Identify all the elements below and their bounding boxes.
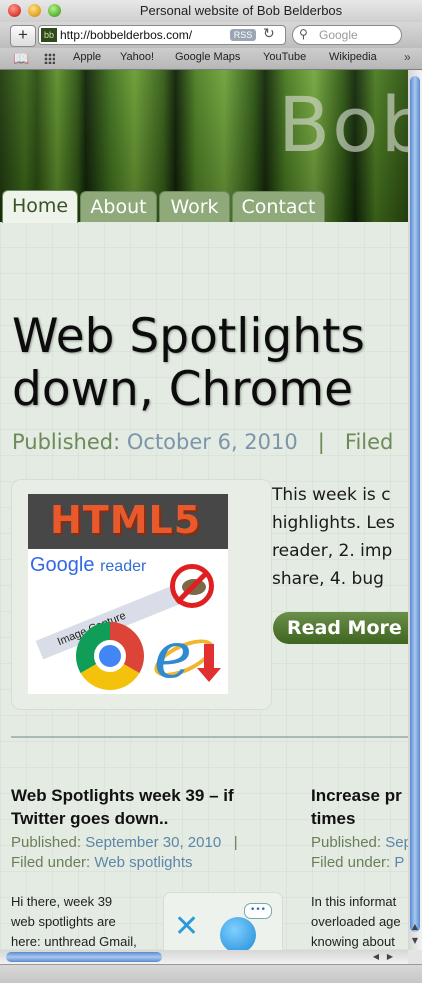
down-arrow-icon (197, 644, 221, 682)
bookmarks-bar: 📖 Apple Yahoo! Google Maps YouTube Wikip… (0, 48, 422, 70)
window-titlebar: Personal website of Bob Belderbos (0, 0, 422, 23)
scroll-right-arrow-icon[interactable]: ▶ (384, 950, 396, 964)
main-nav: Home About Work Contact (0, 190, 408, 223)
post-1-meta: Published: September 30, 2010 | Filed un… (11, 834, 238, 871)
top-sites-grid-icon[interactable] (44, 53, 55, 64)
scroll-down-arrow-icon[interactable]: ▼ (408, 936, 422, 946)
section-divider (11, 736, 408, 738)
site-favicon-icon: bb (41, 28, 57, 42)
url-text[interactable]: http://bobbelderbos.com/ (60, 28, 192, 42)
read-more-button[interactable]: Read More » (273, 612, 408, 644)
featured-post-title[interactable]: Web Spotlights down, Chrome (12, 310, 408, 416)
featured-title-line-2[interactable]: down, Chrome (12, 363, 408, 416)
x-logo-icon: ✕ (174, 909, 200, 944)
published-label: Published: (12, 430, 121, 454)
bookmark-wikipedia[interactable]: Wikipedia (329, 51, 377, 63)
rss-button[interactable]: RSS (230, 29, 256, 41)
search-placeholder: Google (319, 28, 358, 42)
featured-image-frame: HTML5 Google reader Image Capture e (11, 479, 272, 710)
nav-tab-work[interactable]: Work (159, 191, 230, 222)
post-1-category-link[interactable]: Web spotlights (94, 854, 192, 871)
window-title: Personal website of Bob Belderbos (139, 3, 343, 18)
bookmark-google-maps[interactable]: Google Maps (175, 51, 240, 63)
nav-tab-about[interactable]: About (80, 191, 157, 222)
featured-excerpt: This week is c highlights. Les reader, 2… (272, 485, 395, 589)
google-reader-logo: Google reader (30, 554, 147, 576)
magnifier-icon: ⚲ (299, 27, 308, 41)
bookmark-apple[interactable]: Apple (73, 51, 101, 63)
close-window-button[interactable] (8, 4, 21, 17)
chrome-logo-icon (76, 622, 144, 690)
post-2-title[interactable]: Increase pr times (311, 784, 408, 830)
horizontal-scrollbar[interactable]: ◀ ▶ (0, 950, 408, 964)
post-card-2: Increase pr times Published: Sep Filed u… (311, 784, 408, 873)
bookmarks-overflow-icon[interactable]: » (404, 50, 411, 64)
bookmark-youtube[interactable]: YouTube (263, 51, 306, 63)
zoom-window-button[interactable] (48, 4, 61, 17)
bookmark-yahoo[interactable]: Yahoo! (120, 51, 154, 63)
published-date: October 6, 2010 (126, 430, 298, 454)
post-2-category-link[interactable]: P (394, 854, 404, 871)
reload-icon[interactable]: ↻ (263, 26, 275, 42)
scroll-up-arrow-icon[interactable]: ▲ (408, 922, 422, 932)
filed-label: Filed (344, 430, 394, 454)
featured-collage-image[interactable]: HTML5 Google reader Image Capture e (28, 494, 228, 694)
horizontal-scroll-thumb[interactable] (6, 952, 162, 962)
nav-tab-home[interactable]: Home (2, 190, 78, 223)
bookmarks-book-icon[interactable]: 📖 (13, 51, 29, 67)
meta-separator: | (317, 430, 325, 454)
minimize-window-button[interactable] (28, 4, 41, 17)
html5-logo: HTML5 (28, 494, 228, 549)
featured-title-line-1[interactable]: Web Spotlights (12, 310, 408, 363)
web-page: Bob Home About Work Contact Web Spotligh… (0, 70, 408, 950)
address-bar[interactable]: bb http://bobbelderbos.com/ RSS ↻ (38, 25, 286, 45)
post-card-1: Web Spotlights week 39 – if Twitter goes… (11, 784, 281, 873)
post-1-title[interactable]: Web Spotlights week 39 – if Twitter goes… (11, 784, 281, 830)
status-bar (0, 964, 422, 983)
twitter-bird-icon (220, 917, 256, 950)
post-2-excerpt: In this informat overloaded age knowing … (311, 894, 401, 949)
post-1-thumbnail[interactable]: ✕ ••• (163, 892, 283, 950)
post-2-meta: Published: Sep Filed under: P (311, 834, 408, 871)
post-1-excerpt: Hi there, week 39 web spotlights are her… (11, 894, 137, 949)
add-bookmark-button[interactable]: + (10, 25, 36, 47)
speech-bubble-icon: ••• (244, 903, 272, 919)
vertical-scrollbar[interactable]: ▲ ▼ (408, 70, 422, 950)
no-bug-icon (170, 564, 214, 608)
internet-explorer-icon: e (154, 619, 192, 693)
featured-post-meta: Published: October 6, 2010 | Filed (12, 430, 393, 454)
scroll-left-arrow-icon[interactable]: ◀ (370, 950, 382, 964)
vertical-scroll-thumb[interactable] (410, 76, 420, 932)
scrollbar-corner (408, 950, 422, 964)
nav-tab-contact[interactable]: Contact (232, 191, 325, 222)
browser-toolbar: + bb http://bobbelderbos.com/ RSS ↻ ⚲ Go… (0, 22, 422, 48)
search-field[interactable]: ⚲ Google (292, 25, 402, 45)
site-name: Bob (278, 80, 408, 169)
